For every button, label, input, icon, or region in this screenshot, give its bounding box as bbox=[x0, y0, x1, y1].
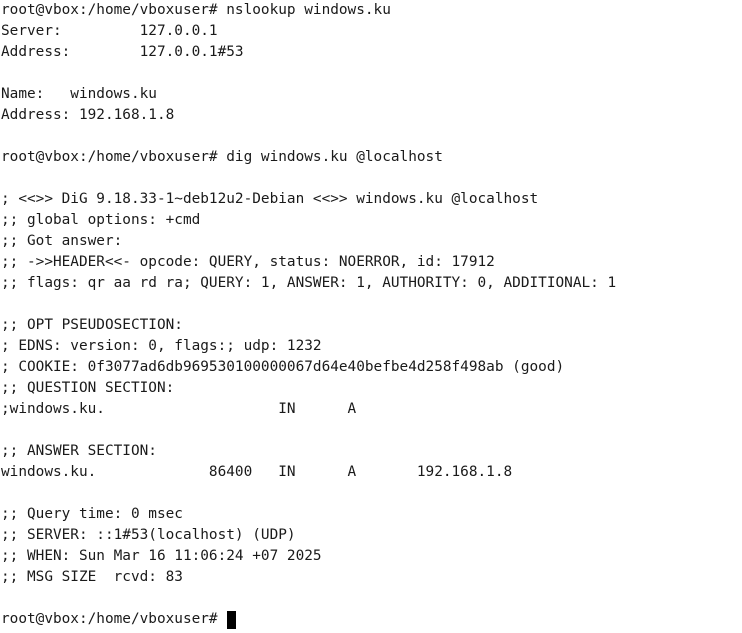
terminal-window[interactable]: root@vbox:/home/vboxuser# nslookup windo… bbox=[0, 0, 742, 633]
output-line: root@vbox:/home/vboxuser# nslookup windo… bbox=[1, 2, 391, 18]
output-line: ;windows.ku. IN A bbox=[1, 401, 357, 417]
output-line: ;; Query time: 0 msec bbox=[1, 506, 183, 522]
output-line: ;; OPT PSEUDOSECTION: bbox=[1, 317, 183, 333]
output-line: root@vbox:/home/vboxuser# dig windows.ku… bbox=[1, 149, 443, 165]
output-line: ; <<>> DiG 9.18.33-1~deb12u2-Debian <<>>… bbox=[1, 191, 539, 207]
command-prompt[interactable]: root@vbox:/home/vboxuser# bbox=[1, 609, 742, 630]
output-line: windows.ku. 86400 IN A 192.168.1.8 bbox=[1, 464, 513, 480]
output-line: ;; SERVER: ::1#53(localhost) (UDP) bbox=[1, 527, 296, 543]
output-line: ; EDNS: version: 0, flags:; udp: 1232 bbox=[1, 338, 322, 354]
output-line: ;; QUESTION SECTION: bbox=[1, 380, 175, 396]
output-line: ;; ->>HEADER<<- opcode: QUERY, status: N… bbox=[1, 254, 495, 270]
output-line: ; COOKIE: 0f3077ad6db969530100000067d64e… bbox=[1, 359, 565, 375]
output-line: ;; flags: qr aa rd ra; QUERY: 1, ANSWER:… bbox=[1, 275, 617, 291]
output-line: ;; ANSWER SECTION: bbox=[1, 443, 157, 459]
prompt-text: root@vbox:/home/vboxuser# bbox=[1, 611, 227, 627]
output-line: ;; Got answer: bbox=[1, 233, 123, 249]
text-cursor[interactable] bbox=[227, 610, 237, 629]
output-line: Address: 192.168.1.8 bbox=[1, 107, 175, 123]
output-line: ;; WHEN: Sun Mar 16 11:06:24 +07 2025 bbox=[1, 548, 322, 564]
output-line: ;; global options: +cmd bbox=[1, 212, 201, 228]
output-line: ;; MSG SIZE rcvd: 83 bbox=[1, 569, 183, 585]
output-line: Address: 127.0.0.1#53 bbox=[1, 44, 244, 60]
output-line: Server: 127.0.0.1 bbox=[1, 23, 218, 39]
output-line: Name: windows.ku bbox=[1, 86, 157, 102]
